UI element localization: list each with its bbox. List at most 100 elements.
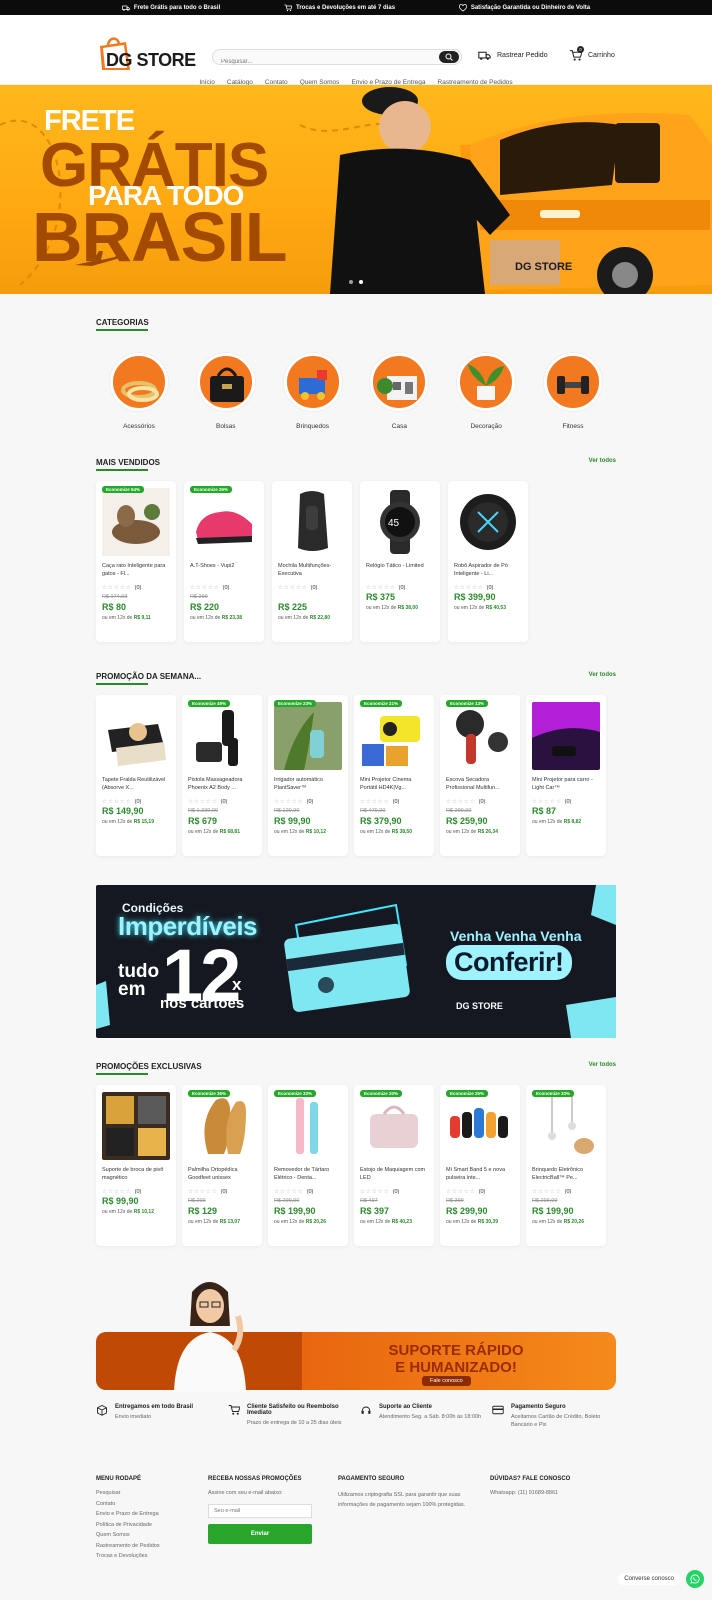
delivery-truck-icon: [478, 51, 491, 60]
product-card[interactable]: Economize 33% Removedor de Tártaro Elétr…: [268, 1085, 348, 1246]
search-button[interactable]: [439, 51, 459, 63]
review-count: (0): [564, 799, 572, 805]
product-card[interactable]: Mochila Multifunções- Executiva ☆☆☆☆☆ (0)…: [272, 481, 352, 642]
support-banner[interactable]: SUPORTE RÁPIDO E HUMANIZADO! Fale conosco: [96, 1276, 616, 1392]
category-acessorios[interactable]: Acessórios: [104, 353, 174, 430]
site-header: DG STORE Rastrear Pedido 0 Carrinho Iníc…: [0, 15, 712, 86]
footer-link[interactable]: Política de Privacidade: [96, 1522, 208, 1528]
product-card[interactable]: Economize 23% Irrigador automático Plant…: [268, 695, 348, 856]
newsletter-email-input[interactable]: [208, 1504, 312, 1518]
product-card[interactable]: Suporte de broca de pivô magnético ☆☆☆☆☆…: [96, 1085, 176, 1246]
product-card[interactable]: Economize 21% Mini Projetor Cinema Portá…: [354, 695, 434, 856]
chat-widget[interactable]: Converse conosco: [618, 1570, 704, 1588]
installment-value: R$ 40,23: [391, 1219, 412, 1225]
product-card[interactable]: Economize 26% A.T-Shoes - Vupi2 ☆☆☆☆☆ (0)…: [184, 481, 264, 642]
store-logo[interactable]: DG STORE: [96, 34, 196, 72]
installments: ou em 12x de R$ 30,39: [446, 1219, 514, 1225]
review-count: (0): [306, 799, 314, 805]
old-price: R$ 299,90: [532, 1198, 558, 1204]
search-input[interactable]: [213, 55, 413, 69]
cart-link[interactable]: 0 Carrinho: [569, 46, 615, 62]
footer-link[interactable]: Pesquisar: [96, 1490, 208, 1496]
product-name: Tapete Fralda Reutilizável (Absorve X...: [102, 777, 166, 791]
feature-desc: Envio imediato: [115, 1414, 152, 1420]
product-name: Suporte de broca de pivô magnético: [102, 1167, 164, 1181]
track-order-link[interactable]: Rastrear Pedido: [478, 49, 548, 62]
carousel-dot[interactable]: [349, 280, 353, 284]
product-card[interactable]: Economize 20% Estojo de Maquiagem com LE…: [354, 1085, 434, 1246]
product-card[interactable]: Economize 25% Mi Smart Band 5 e nova pul…: [440, 1085, 520, 1246]
product-price: R$ 199,90: [274, 1206, 316, 1216]
support-title-line-1: SUPORTE RÁPIDO: [388, 1342, 524, 1359]
hero-banner[interactable]: FRETE GRÁTIS PARA TODO BRASIL DG STORE: [0, 85, 712, 294]
rating-stars: ☆☆☆☆☆ (0): [188, 799, 228, 805]
category-casa[interactable]: Casa: [364, 353, 434, 430]
product-card[interactable]: Economize 36% Palmilha Ortopédica Goodfe…: [182, 1085, 262, 1246]
rating-stars: ☆☆☆☆☆ (0): [360, 799, 400, 805]
old-price: R$ 299,90: [274, 1198, 300, 1204]
footer-link[interactable]: Rastreamento de Pedidos: [96, 1543, 208, 1549]
category-label: Decoração: [470, 423, 502, 430]
search-icon: [445, 53, 453, 61]
product-card[interactable]: Economize 54% Caça rato Inteligente para…: [96, 481, 176, 642]
product-price: R$ 87: [532, 806, 557, 816]
installments-prefix: ou em 12x de: [274, 1219, 305, 1225]
see-all-link[interactable]: Ver todos: [589, 1062, 616, 1068]
installments-prefix: ou em 12x de: [102, 819, 133, 825]
installment-value: R$ 26,34: [477, 829, 498, 835]
installments: ou em 12x de R$ 20,26: [274, 1219, 342, 1225]
footer-link[interactable]: Envio e Prazo de Entrega: [96, 1511, 208, 1517]
product-card[interactable]: Economize 13% Escova Secadora Profission…: [440, 695, 520, 856]
footer-link[interactable]: Trocas e Devoluções: [96, 1553, 208, 1559]
product-card[interactable]: Mini Projetor para carro - Light Car™ ☆☆…: [526, 695, 606, 856]
category-bolsas[interactable]: Bolsas: [191, 353, 261, 430]
search-box: [212, 49, 462, 69]
installments-promo-banner[interactable]: Condições Imperdíveis tudo em 12 x nos ca…: [96, 885, 616, 1038]
contact-us-button[interactable]: Fale conosco: [422, 1376, 471, 1386]
discount-badge: Economize 54%: [102, 486, 145, 493]
section-title: PROMOÇÃO DA SEMANA...: [96, 672, 616, 685]
product-price: R$ 225: [278, 602, 308, 612]
features-row: Entregamos em todo Brasil Envio imediato …: [96, 1404, 616, 1429]
category-label: Acessórios: [123, 423, 155, 430]
announcement-bar: Frete Grátis para todo o Brasil Trocas e…: [0, 0, 712, 15]
product-card[interactable]: Economize 49% Pistola Massageadora Phoen…: [182, 695, 262, 856]
section-title: PROMOÇÕES EXCLUSIVAS: [96, 1062, 616, 1075]
see-all-link[interactable]: Ver todos: [589, 458, 616, 464]
product-image: [360, 1092, 428, 1160]
newsletter-title: RECEBA NOSSAS PROMOÇÕES: [208, 1476, 302, 1482]
category-fitness[interactable]: Fitness: [538, 353, 608, 430]
whatsapp-button[interactable]: [686, 1570, 704, 1588]
product-name: Removedor de Tártaro Elétrico - Denta...: [274, 1167, 330, 1181]
product-card[interactable]: Tapete Fralda Reutilizável (Absorve X...…: [96, 695, 176, 856]
rating-stars: ☆☆☆☆☆ (0): [360, 1189, 400, 1195]
category-brinquedos[interactable]: Brinquedos: [278, 353, 348, 430]
category-decoracao[interactable]: Decoração: [451, 353, 521, 430]
carousel-dot-active[interactable]: [359, 280, 363, 284]
installments: ou em 12x de R$ 40,23: [360, 1219, 428, 1225]
product-card[interactable]: Robô Aspirador de Pó Inteligente - Li...…: [448, 481, 528, 642]
payment-title: PAGAMENTO SEGURO: [338, 1476, 405, 1482]
banner-conferir-button[interactable]: Conferir!: [446, 945, 572, 980]
banner-x: x: [232, 975, 242, 994]
footer-link[interactable]: Contato: [96, 1501, 208, 1507]
footer-link[interactable]: Quem Somos: [96, 1532, 208, 1538]
review-count: (0): [564, 1189, 572, 1195]
see-all-link[interactable]: Ver todos: [589, 672, 616, 678]
installment-value: R$ 23,38: [221, 615, 242, 621]
cart-count-badge: 0: [577, 46, 584, 53]
product-image: [102, 488, 170, 556]
product-name: Irrigador automático PlantSaver™: [274, 777, 323, 791]
installments-prefix: ou em 12x de: [446, 829, 477, 835]
product-name: Mini Projetor Cinema Portátil HD4K|Vg...: [360, 777, 412, 791]
discount-badge: Economize 20%: [360, 1090, 403, 1097]
whatsapp-icon: [690, 1574, 700, 1584]
logo-text: DG STORE: [106, 50, 196, 70]
product-price: R$ 379,90: [360, 816, 402, 826]
newsletter-send-button[interactable]: Enviar: [208, 1524, 312, 1544]
product-card[interactable]: Economize 33% Brinquedo Eletrônico Elect…: [526, 1085, 606, 1246]
whatsapp-contact[interactable]: Whatsapp: (11) 91689-8861: [490, 1490, 616, 1496]
footer-help: DÚVIDAS? FALE CONOSCO Whatsapp: (11) 916…: [490, 1476, 616, 1564]
headset-icon: [361, 1406, 371, 1414]
product-card[interactable]: 45 Relógio Tático - Limited ☆☆☆☆☆ (0) R$ …: [360, 481, 440, 642]
